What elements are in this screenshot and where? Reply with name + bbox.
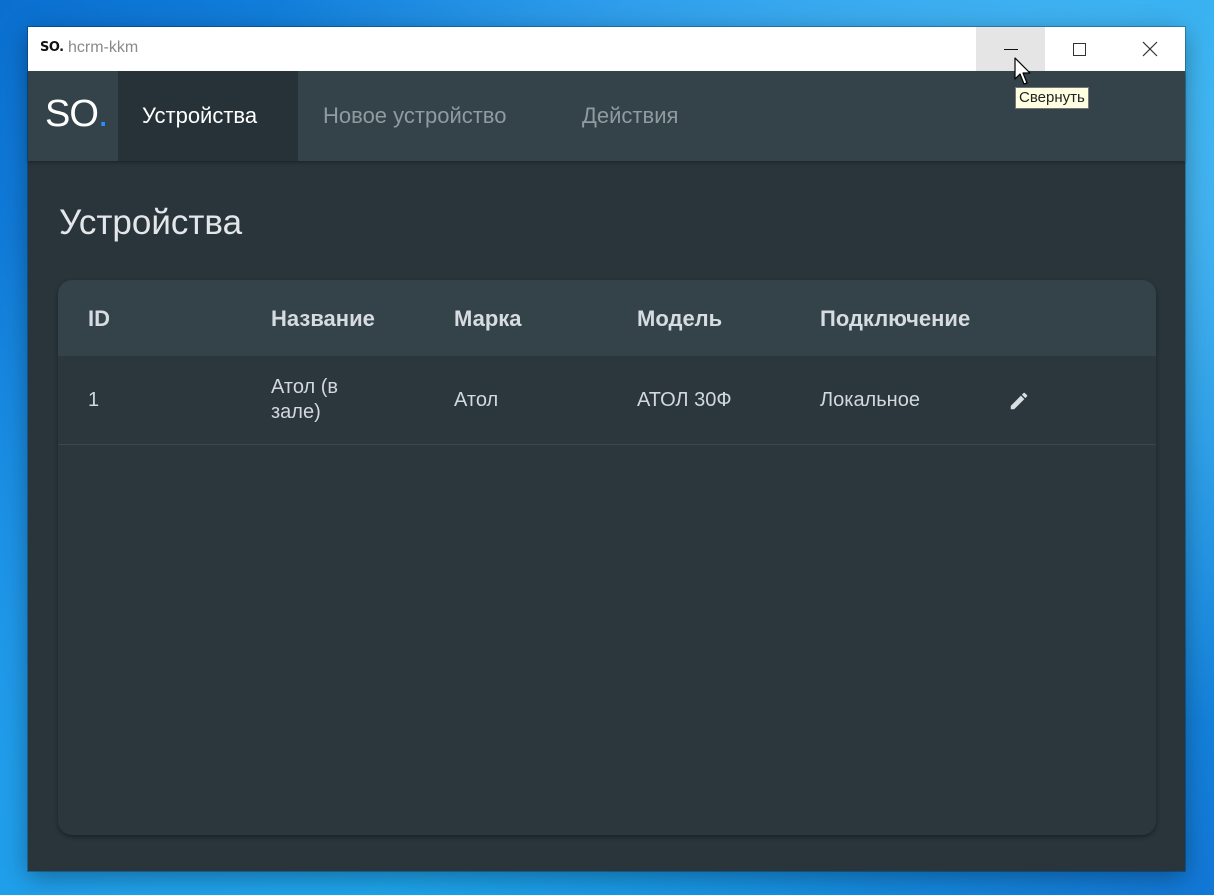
close-button[interactable]	[1114, 27, 1185, 71]
window-title: hcrm-kkm	[68, 39, 139, 56]
cell-model: АТОЛ 30Ф	[637, 389, 732, 411]
edit-button[interactable]	[1004, 386, 1034, 416]
tab-label: Действия	[582, 103, 679, 128]
column-header-name: Название	[271, 306, 375, 331]
column-header-connection: Подключение	[820, 306, 971, 331]
column-header-id: ID	[88, 306, 110, 331]
app-logo-icon: SO.	[40, 40, 64, 55]
cell-connection: Локальное	[820, 389, 920, 411]
minimize-button[interactable]	[976, 27, 1045, 71]
column-header-model: Модель	[637, 306, 723, 331]
page-title: Устройства	[59, 203, 243, 242]
tab-devices[interactable]: Устройства	[118, 71, 298, 161]
devices-table: ID Название Марка Модель Подключение 1 А…	[58, 280, 1156, 835]
cell-brand: Атол	[454, 389, 499, 411]
close-icon	[1142, 41, 1157, 57]
minimize-icon	[1003, 48, 1018, 50]
tab-new-device[interactable]: Новое устройство	[299, 71, 531, 161]
table-row[interactable]: 1 Атол (в зале) Атол АТОЛ 30Ф Локальное	[58, 356, 1156, 445]
cell-id: 1	[88, 389, 100, 411]
cell-name: Атол (в зале)	[271, 376, 339, 423]
tab-label: Устройства	[142, 103, 258, 128]
tab-label: Новое устройство	[323, 103, 507, 128]
maximize-button[interactable]	[1045, 27, 1114, 71]
app-window: SO. hcrm-kkm SO. Устройства Новое устрой…	[28, 27, 1185, 871]
minimize-tooltip: Свернуть	[1015, 87, 1089, 109]
column-header-brand: Марка	[454, 306, 522, 331]
table-header: ID Название Марка Модель Подключение	[58, 280, 1156, 356]
mouse-cursor-icon	[1014, 57, 1031, 85]
brand-dot: .	[97, 93, 109, 135]
tab-actions[interactable]: Действия	[558, 71, 702, 161]
brand-text: SO	[45, 93, 99, 135]
pencil-icon	[1010, 392, 1028, 410]
maximize-icon	[1073, 42, 1086, 56]
brand-logo[interactable]: SO.	[45, 93, 109, 136]
top-navbar: SO. Устройства Новое устройство Действия	[28, 71, 1185, 161]
title-bar[interactable]: SO. hcrm-kkm	[28, 27, 1185, 71]
